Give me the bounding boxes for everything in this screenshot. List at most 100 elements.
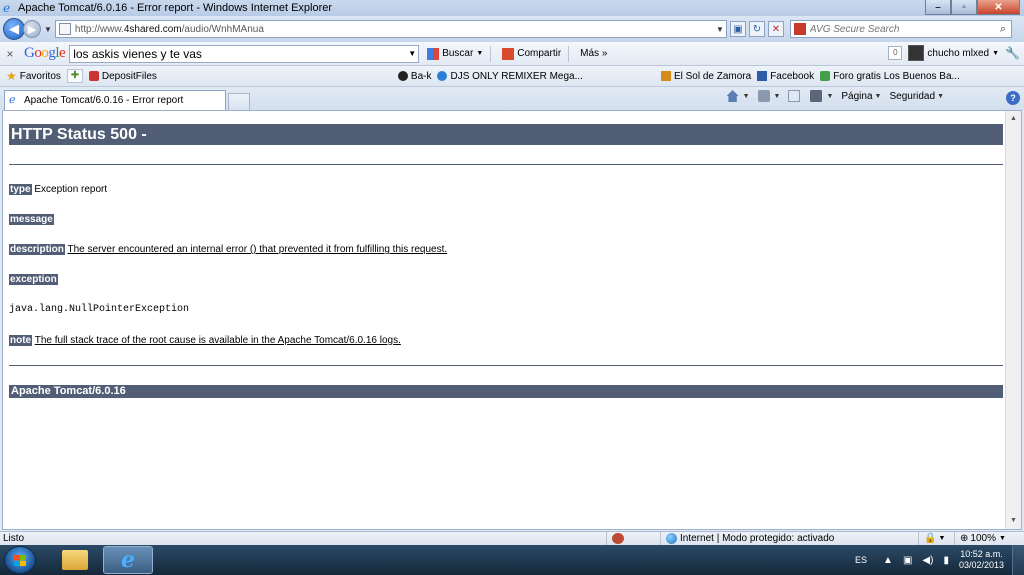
folder-icon bbox=[62, 550, 88, 570]
favoritos-button[interactable]: ★ Favoritos bbox=[6, 69, 61, 83]
mas-label: Más » bbox=[580, 48, 608, 59]
add-favorite-icon[interactable]: ✚ bbox=[66, 69, 83, 83]
new-tab-button[interactable] bbox=[228, 93, 250, 110]
pagina-label: Página bbox=[841, 90, 873, 102]
compartir-button[interactable]: Compartir bbox=[498, 44, 565, 64]
google-search-dropdown-icon[interactable]: ▼ bbox=[406, 49, 418, 58]
wrench-icon[interactable]: 🔧 bbox=[1005, 46, 1020, 60]
favorite-item-bak[interactable]: Ba-k bbox=[397, 71, 431, 82]
pagina-menu[interactable]: Página ▼ bbox=[841, 91, 881, 102]
status-protected-section[interactable]: 🔒 ▼ bbox=[918, 532, 952, 545]
type-label: type bbox=[9, 184, 32, 195]
favorite-item-djs[interactable]: DJS ONLY REMIXER Mega... bbox=[437, 71, 583, 82]
zoom-control[interactable]: ⊕ 100% ▼ bbox=[954, 532, 1024, 545]
taskbar-explorer[interactable] bbox=[50, 546, 100, 574]
scroll-down-icon[interactable]: ▼ bbox=[1006, 513, 1021, 529]
favoritos-label: Favoritos bbox=[19, 70, 61, 82]
description-value: The server encountered an internal error… bbox=[67, 244, 448, 255]
zoom-level: 100% bbox=[970, 533, 996, 544]
toolbar-separator bbox=[490, 45, 492, 62]
mail-button[interactable] bbox=[788, 90, 802, 102]
close-button[interactable]: ✕ bbox=[977, 0, 1020, 15]
maximize-button[interactable]: ▫ bbox=[951, 0, 977, 15]
volume-icon[interactable]: ◀) bbox=[922, 555, 933, 566]
notification-count[interactable]: 0 bbox=[888, 46, 903, 60]
history-dropdown-icon[interactable]: ▼ bbox=[44, 25, 52, 34]
djs-icon bbox=[437, 71, 448, 81]
address-url[interactable]: http://www.4shared.com/audio/WnhMAnua bbox=[75, 24, 714, 35]
scroll-up-icon[interactable]: ▲ bbox=[1006, 111, 1021, 127]
address-dropdown-icon[interactable]: ▼ bbox=[714, 25, 726, 34]
tomcat-error-page: HTTP Status 500 - type Exception report … bbox=[9, 124, 1003, 398]
foro-icon bbox=[820, 71, 831, 81]
clock[interactable]: 10:52 a.m. 03/02/2013 bbox=[959, 549, 1004, 571]
window-title: Apache Tomcat/6.0.16 - Error report - Wi… bbox=[18, 2, 333, 14]
google-search-box[interactable]: ▼ bbox=[69, 44, 420, 63]
favorite-item-depositfiles[interactable]: DepositFiles bbox=[88, 71, 157, 82]
help-icon[interactable]: ? bbox=[1006, 91, 1020, 105]
protected-dropdown-icon: ▼ bbox=[938, 535, 946, 542]
note-row: note The full stack trace of the root ca… bbox=[9, 335, 1003, 346]
favorite-item-foro[interactable]: Foro gratis Los Buenos Ba... bbox=[820, 71, 960, 82]
message-row: message bbox=[9, 214, 1003, 225]
stop-icon[interactable]: ✕ bbox=[767, 21, 784, 37]
avatar[interactable] bbox=[908, 45, 925, 61]
favorite-item-sol[interactable]: El Sol de Zamora bbox=[660, 70, 752, 82]
compartir-label: Compartir bbox=[517, 48, 562, 59]
language-indicator[interactable]: ES bbox=[855, 555, 867, 565]
description-label: description bbox=[9, 244, 65, 255]
feeds-button[interactable]: ▼ bbox=[757, 90, 781, 102]
home-button[interactable]: ▼ bbox=[726, 90, 750, 102]
feeds-dropdown-icon: ▼ bbox=[773, 92, 781, 100]
show-desktop-button[interactable] bbox=[1012, 545, 1024, 575]
rss-icon bbox=[757, 90, 770, 102]
vertical-scrollbar[interactable]: ▲ ▼ bbox=[1005, 111, 1021, 529]
status-text: Listo bbox=[3, 533, 25, 544]
refresh-icon[interactable]: ↻ bbox=[748, 21, 765, 37]
status-zone-section[interactable]: Internet | Modo protegido: activado bbox=[660, 532, 915, 545]
divider bbox=[9, 164, 1003, 165]
depositfiles-icon bbox=[88, 71, 99, 81]
seguridad-label: Seguridad bbox=[889, 90, 936, 102]
avg-search-box[interactable]: ⌕ bbox=[789, 20, 1012, 38]
tray-expand-icon[interactable]: ▲ bbox=[883, 555, 893, 566]
google-toolbar: × Google ▼ Buscar▼ Compartir Más » 0 chu… bbox=[0, 42, 1024, 66]
toolbar-separator bbox=[568, 45, 570, 62]
command-bar: ▼ ▼ ▼ Página ▼ Seguridad ▼ bbox=[719, 90, 944, 102]
note-value: The full stack trace of the root cause i… bbox=[34, 335, 401, 346]
favorite-label: El Sol de Zamora bbox=[673, 70, 752, 82]
taskbar-internet-explorer[interactable]: e bbox=[103, 546, 153, 574]
page-content: HTTP Status 500 - type Exception report … bbox=[2, 110, 1022, 530]
minimize-button[interactable]: – bbox=[925, 0, 951, 15]
network-icon[interactable]: ▣ bbox=[903, 555, 912, 566]
google-search-input[interactable] bbox=[73, 46, 407, 61]
start-button[interactable] bbox=[4, 546, 36, 574]
tab-active[interactable]: ℯ Apache Tomcat/6.0.16 - Error report bbox=[4, 90, 226, 110]
close-toolbar-icon[interactable]: × bbox=[2, 47, 18, 61]
print-button[interactable]: ▼ bbox=[810, 90, 833, 102]
exception-label: exception bbox=[9, 274, 58, 285]
forward-button[interactable]: ▶ bbox=[23, 20, 41, 38]
compatibility-icon[interactable]: ▣ bbox=[729, 21, 746, 37]
system-tray: ES ▲ ▣ ◀) ▮ 10:52 a.m. 03/02/2013 bbox=[855, 545, 1024, 575]
status-privacy-section[interactable] bbox=[606, 532, 656, 545]
address-bar[interactable]: http://www.4shared.com/audio/WnhMAnua ▼ bbox=[54, 20, 727, 38]
google-logo: Google bbox=[24, 45, 66, 61]
search-icon[interactable]: ⌕ bbox=[995, 23, 1011, 36]
action-center-icon[interactable]: ▮ bbox=[943, 555, 949, 566]
avg-search-input[interactable] bbox=[809, 23, 995, 35]
mas-button[interactable]: Más » bbox=[576, 44, 611, 64]
favorite-label: Facebook bbox=[770, 70, 815, 82]
user-dropdown-icon[interactable]: ▼ bbox=[992, 50, 999, 57]
tab-title: Apache Tomcat/6.0.16 - Error report bbox=[24, 95, 184, 106]
back-button[interactable]: ◀ bbox=[3, 18, 25, 40]
seguridad-menu[interactable]: Seguridad ▼ bbox=[889, 91, 944, 102]
favorite-item-facebook[interactable]: Facebook bbox=[757, 71, 814, 82]
favorites-bar: ★ Favoritos ✚ DepositFiles Ba-k DJS ONLY … bbox=[0, 66, 1024, 87]
ie-app-icon[interactable]: ℯ bbox=[3, 2, 15, 14]
buscar-button[interactable]: Buscar ▼ bbox=[423, 44, 487, 64]
mail-icon bbox=[788, 90, 801, 102]
google-account-area: 0 chucho mlxed ▼ 🔧 bbox=[888, 45, 1020, 61]
internet-zone-icon bbox=[666, 533, 677, 544]
user-name[interactable]: chucho mlxed bbox=[927, 48, 989, 59]
